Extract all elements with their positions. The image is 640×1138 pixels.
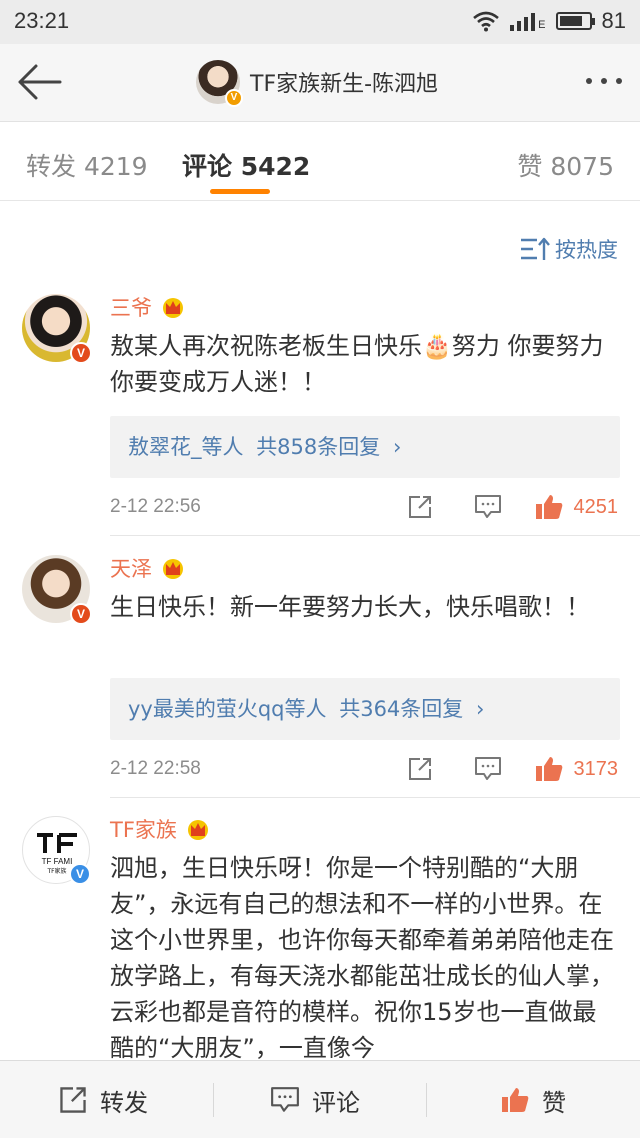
share-icon: [408, 758, 431, 780]
status-bar: 23:21 E 81: [0, 0, 640, 44]
tab-repost-count: 4219: [83, 152, 148, 181]
thumbs-up-icon: [535, 495, 562, 519]
tab-likes-label: 赞: [517, 152, 543, 181]
tf-logo-subtext: TF家族: [46, 867, 66, 875]
reply-count: 共364条回复: [339, 697, 464, 721]
like-count: 4251: [573, 495, 619, 518]
comment-divider: [110, 797, 640, 798]
commenter-name-text: TF家族: [110, 818, 177, 842]
commenter-avatar[interactable]: TF FAMI TF家族 V: [22, 816, 91, 885]
crown-badge-icon: [163, 298, 183, 318]
commenter-name[interactable]: TF家族: [110, 814, 211, 844]
tab-likes[interactable]: 赞 8075: [517, 147, 614, 183]
chevron-right-icon: ›: [392, 435, 402, 459]
tab-repost[interactable]: 转发 4219: [26, 147, 148, 183]
sort-label: 按热度: [555, 238, 618, 262]
bottom-action-bar: 转发 评论 赞: [0, 1060, 640, 1138]
repost-comment-button[interactable]: [386, 492, 454, 522]
tab-repost-label: 转发: [26, 152, 77, 181]
comment-divider: [110, 535, 640, 536]
comment-text: 敖某人再次祝陈老板生日快乐🎂努力 你要努力 你要变成万人迷！！: [110, 332, 604, 396]
more-options-icon[interactable]: [586, 78, 622, 84]
repost-label: 转发: [100, 1088, 148, 1117]
bottom-divider: [426, 1083, 427, 1117]
verified-badge-icon: V: [70, 603, 92, 625]
battery-percent: 81: [601, 8, 626, 33]
commenter-name-text: 三爷: [110, 296, 152, 320]
commenter-name-text: 天泽: [110, 557, 152, 581]
comment-text: 生日快乐！新一年要努力长大，快乐唱歌！！: [110, 593, 590, 621]
reply-preview[interactable]: 敖翠花_等人 共858条回复 ›: [110, 416, 620, 478]
crown-badge-icon: [187, 820, 208, 840]
reply-users: yy最美的萤火qq等人: [128, 697, 327, 721]
status-time: 23:21: [14, 8, 70, 33]
crown-badge-icon: [163, 559, 183, 579]
commenter-avatar[interactable]: V: [22, 555, 92, 625]
chevron-right-icon: ›: [475, 697, 485, 721]
page-title: TF家族新生-陈泗旭: [250, 72, 439, 97]
comment-actions: 4251: [386, 492, 619, 522]
reply-comment-button[interactable]: [454, 754, 522, 784]
back-arrow-icon[interactable]: [14, 62, 64, 102]
tab-comments[interactable]: 评论 5422: [182, 147, 310, 183]
active-tab-indicator: [210, 189, 270, 194]
thumbs-up-icon: [535, 757, 562, 781]
like-comment-button[interactable]: 3173: [534, 755, 619, 783]
battery-icon: [555, 12, 595, 30]
commenter-avatar[interactable]: V: [22, 294, 92, 364]
repost-button[interactable]: 转发: [58, 1061, 148, 1138]
commenter-name[interactable]: 天泽: [110, 553, 186, 583]
reply-preview[interactable]: yy最美的萤火qq等人 共364条回复 ›: [110, 678, 620, 740]
tab-comments-label: 评论: [182, 152, 233, 181]
tab-likes-count: 8075: [550, 152, 614, 181]
tf-logo-text: TF FAMI: [42, 857, 73, 866]
share-icon: [60, 1087, 86, 1113]
signal-icon: E: [510, 11, 546, 31]
reply-comment-button[interactable]: [454, 492, 522, 522]
comment-icon: [474, 757, 501, 780]
comment-item: V 三爷 敖某人再次祝陈老板生日快乐🎂努力 你要努力 你要变成万人迷！！ 敖翠花…: [0, 284, 640, 536]
verified-badge-icon: V: [225, 89, 243, 107]
author-avatar[interactable]: V: [196, 60, 243, 107]
top-bar: V TF家族新生-陈泗旭: [0, 44, 640, 122]
thumbs-up-icon: [502, 1088, 529, 1112]
comment-item: TF FAMI TF家族 V TF家族 泗旭，生日快乐呀！你是一个特别酷的“大朋…: [0, 806, 640, 1060]
tab-comments-count: 5422: [240, 152, 311, 181]
comment-button[interactable]: 评论: [270, 1061, 360, 1138]
header-title-group[interactable]: V TF家族新生-陈泗旭: [196, 60, 439, 107]
bottom-divider: [213, 1083, 214, 1117]
verified-badge-icon: V: [69, 863, 91, 885]
network-type: E: [538, 19, 546, 31]
comment-icon: [474, 495, 501, 518]
status-icons: E 81: [472, 8, 626, 34]
reply-count: 共858条回复: [256, 435, 381, 459]
sort-icon: [521, 237, 550, 260]
like-label: 赞: [542, 1088, 566, 1117]
repost-comment-button[interactable]: [386, 754, 454, 784]
tab-bar: 转发 4219 评论 5422 赞 8075: [0, 123, 640, 201]
like-comment-button[interactable]: 4251: [534, 493, 619, 521]
sort-by-hot-button[interactable]: 按热度: [519, 234, 618, 264]
reply-users: 敖翠花_等人: [128, 435, 244, 459]
comment-text: 泗旭，生日快乐呀！你是一个特别酷的“大朋友”，永远有自己的想法和不一样的小世界。…: [110, 854, 614, 1060]
like-count: 3173: [573, 757, 619, 780]
commenter-name[interactable]: 三爷: [110, 292, 186, 322]
comment-time: 2-12 22:58: [110, 758, 201, 779]
sort-row: 按热度: [0, 202, 640, 284]
verified-badge-icon: V: [70, 342, 92, 364]
comment-actions: 3173: [386, 754, 619, 784]
comment-label: 评论: [312, 1088, 360, 1117]
comment-item: V 天泽 生日快乐！新一年要努力长大，快乐唱歌！！ yy最美的萤火qq等人 共3…: [0, 545, 640, 798]
like-button[interactable]: 赞: [500, 1061, 566, 1138]
comment-icon: [271, 1087, 299, 1112]
share-icon: [408, 496, 431, 518]
wifi-icon: [473, 11, 500, 32]
comment-time: 2-12 22:56: [110, 496, 201, 517]
